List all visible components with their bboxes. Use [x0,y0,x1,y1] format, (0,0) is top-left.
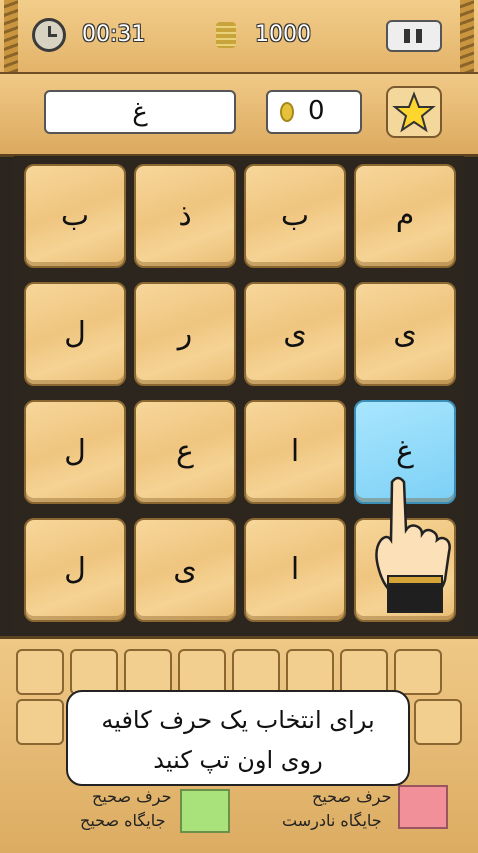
letter-tile[interactable]: ب [244,164,346,268]
tooltip-line-1: برای انتخاب یک حرف کافیه [101,706,375,734]
answer-slot [124,649,172,695]
top-bar: 00:31 1000 [0,0,478,75]
letter-tile[interactable]: ب [24,164,126,268]
answer-slot [16,699,64,745]
letter-tile[interactable]: ل [24,282,126,386]
rope-decoration [460,0,474,72]
letter-tile[interactable]: ذ [134,164,236,268]
answer-slot [232,649,280,695]
coin-count: 1000 [255,22,311,47]
pause-icon [416,29,422,43]
answer-slot [394,649,442,695]
answer-slot [286,649,334,695]
letter-tile[interactable]: ا [244,400,346,504]
coins-icon [216,22,236,48]
letter-tile[interactable]: ر [134,282,236,386]
letter-tile[interactable]: ل [24,400,126,504]
score-value: 0 [308,96,325,126]
current-word: غ [44,90,236,134]
answer-slot [16,649,64,695]
letter-tile[interactable]: ل [24,518,126,622]
timer: 00:31 [82,22,146,47]
tooltip-line-2: روی اون تپ کنید [153,746,323,774]
answer-slot [70,649,118,695]
score-box: 0 [266,90,362,134]
letter-tile[interactable]: ع [134,400,236,504]
legend-correct-position: جایگاه صحیح [80,811,166,830]
legend-incorrect-position: جایگاه نادرست [282,811,382,830]
letter-tile[interactable]: ا [244,518,346,622]
rope-decoration [4,0,18,72]
star-button[interactable] [386,86,442,138]
legend-correct-letter: حرف صحیح [92,787,172,806]
answer-slot [414,699,462,745]
letter-tile[interactable]: ی [244,282,346,386]
letter-tile[interactable]: ی [134,518,236,622]
answer-slot [178,649,226,695]
answer-slot [340,649,388,695]
pause-button[interactable] [386,20,442,52]
pointing-hand-icon [375,476,451,613]
clock-icon [32,18,66,52]
letter-tile[interactable]: م [354,164,456,268]
letter-tile[interactable]: ی [354,282,456,386]
tutorial-tooltip: برای انتخاب یک حرف کافیه روی اون تپ کنید [66,690,410,786]
legend-correct-letter-2: حرف صحیح [312,787,392,806]
legend-incorrect-swatch [398,785,448,829]
coin-icon [280,102,294,122]
pause-icon [404,29,410,43]
info-bar: غ 0 [0,74,478,157]
legend-correct-swatch [180,789,230,833]
